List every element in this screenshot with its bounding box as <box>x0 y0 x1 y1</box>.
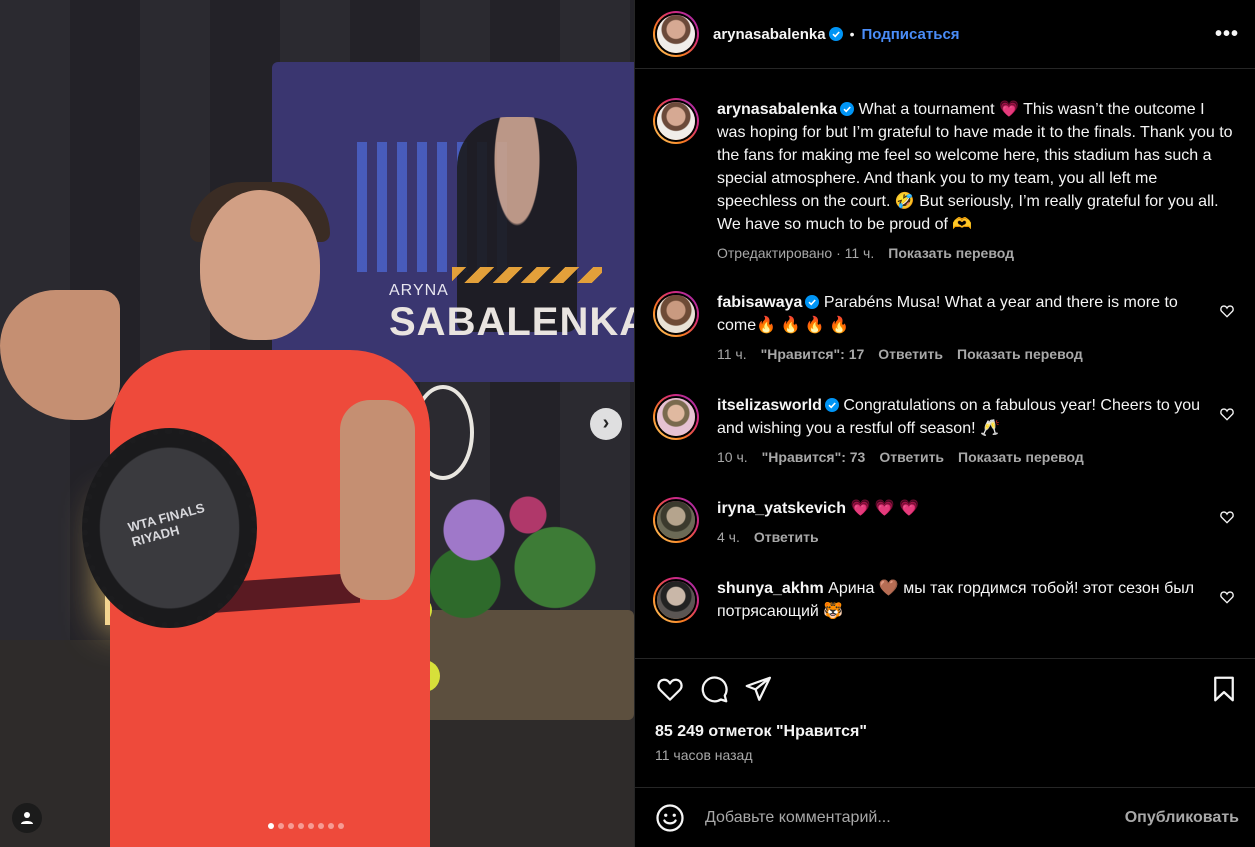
separator-dot: • <box>849 26 855 42</box>
player-face <box>200 190 320 340</box>
comment-item: shunya_akhm Арина 🤎 мы так гордимся тобо… <box>653 577 1237 623</box>
player-arm <box>0 290 120 420</box>
reply-button[interactable]: Ответить <box>754 526 819 549</box>
avatar-image <box>657 581 695 619</box>
emoji-icon[interactable] <box>655 803 685 833</box>
avatar-image <box>657 102 695 140</box>
post-actions: 85 249 отметок "Нравится" 11 часов назад <box>635 658 1255 763</box>
avatar-image <box>657 501 695 539</box>
flowers <box>420 470 600 620</box>
reply-button[interactable]: Ответить <box>878 343 943 366</box>
tagged-users-button[interactable] <box>12 803 42 833</box>
comment-meta: 11 ч. "Нравится": 17 Ответить Показать пере… <box>717 343 1217 366</box>
banner-stripe <box>452 267 602 283</box>
more-options-button[interactable]: ••• <box>1215 23 1239 46</box>
post-side-panel: arynasabalenka • Подписаться ••• arynasa… <box>634 0 1255 847</box>
edited-time: Отредактировано · 11 ч. <box>717 245 875 261</box>
chevron-right-icon: › <box>602 412 610 434</box>
post-media[interactable]: ARYNA SABALENKA WTA FINALS RIYADH › <box>0 0 634 847</box>
heart-icon[interactable] <box>1219 406 1235 422</box>
add-comment-bar: Опубликовать <box>635 787 1255 847</box>
comment-input[interactable] <box>705 808 1125 827</box>
heart-icon[interactable] <box>1219 509 1235 525</box>
translate-link[interactable]: Показать перевод <box>958 446 1084 469</box>
comment-time: 4 ч. <box>717 529 740 545</box>
post-caption: arynasabalenka What a tournament 💗 This … <box>653 98 1237 265</box>
avatar[interactable] <box>653 497 699 543</box>
reply-button[interactable]: Ответить <box>879 446 944 469</box>
caption-text: What a tournament 💗 This wasn’t the outc… <box>717 101 1233 233</box>
comment-time: 11 ч. <box>717 346 747 362</box>
player-photo: WTA FINALS RIYADH <box>0 182 440 847</box>
comment-likes[interactable]: "Нравится": 73 <box>762 446 866 469</box>
carousel-dot <box>268 823 274 829</box>
heart-icon[interactable] <box>1219 303 1235 319</box>
trophy-engraving: WTA FINALS RIYADH <box>126 500 207 550</box>
comment-meta: 10 ч. "Нравится": 73 Ответить Показать пере… <box>717 446 1217 469</box>
comment-likes[interactable]: "Нравится": 17 <box>761 343 865 366</box>
avatar[interactable] <box>653 291 699 337</box>
carousel-dot <box>338 823 344 829</box>
carousel-next-button[interactable]: › <box>590 408 622 440</box>
avatar-image <box>657 295 695 333</box>
header-username[interactable]: arynasabalenka <box>713 26 826 43</box>
comment-body: shunya_akhm Арина 🤎 мы так гордимся тобо… <box>717 577 1217 623</box>
heart-icon[interactable] <box>655 674 685 704</box>
comment-icon[interactable] <box>699 674 729 704</box>
heart-icon[interactable] <box>1219 589 1235 605</box>
post-dialog: ARYNA SABALENKA WTA FINALS RIYADH › aryn… <box>0 0 1255 847</box>
carousel-dot <box>298 823 304 829</box>
avatar[interactable] <box>653 394 699 440</box>
comment-username[interactable]: itselizasworld <box>717 397 822 414</box>
comment-meta: 4 ч. Ответить <box>717 526 1217 549</box>
carousel-dot <box>278 823 284 829</box>
caption-username[interactable]: arynasabalenka <box>717 101 837 118</box>
comment-body: itselizasworld Congratulations on a fabu… <box>717 394 1217 469</box>
action-icons-row <box>655 671 1239 707</box>
comment-body: fabisawaya Parabéns Musa! What a year an… <box>717 291 1217 366</box>
avatar-image <box>657 15 695 53</box>
comment-text: 💗 💗 💗 <box>850 500 920 517</box>
carousel-dot <box>288 823 294 829</box>
comment-username[interactable]: iryna_yatskevich <box>717 500 846 517</box>
caption-body: arynasabalenka What a tournament 💗 This … <box>717 98 1237 265</box>
comment-item: fabisawaya Parabéns Musa! What a year an… <box>653 291 1237 366</box>
comment-username[interactable]: shunya_akhm <box>717 580 824 597</box>
comment-item: iryna_yatskevich 💗 💗 💗 4 ч. Ответить <box>653 497 1237 549</box>
verified-badge-icon <box>824 398 839 412</box>
carousel-dot <box>328 823 334 829</box>
publish-button[interactable]: Опубликовать <box>1125 809 1239 827</box>
avatar-image <box>657 398 695 436</box>
carousel-dot <box>308 823 314 829</box>
follow-button[interactable]: Подписаться <box>861 26 959 43</box>
translate-link[interactable]: Показать перевод <box>957 343 1083 366</box>
replies-list: fabisawaya Parabéns Musa! What a year an… <box>653 291 1237 623</box>
player-arm <box>340 400 415 600</box>
post-time: 11 часов назад <box>655 747 753 763</box>
comment-body: iryna_yatskevich 💗 💗 💗 4 ч. Ответить <box>717 497 1217 549</box>
caption-meta: Отредактировано · 11 ч. Показать перевод <box>717 242 1237 265</box>
verified-badge-icon <box>840 102 855 116</box>
user-icon <box>21 812 33 824</box>
comments-list[interactable]: arynasabalenka What a tournament 💗 This … <box>635 70 1255 658</box>
comment-item: itselizasworld Congratulations on a fabu… <box>653 394 1237 469</box>
comment-time: 10 ч. <box>717 449 748 465</box>
verified-badge-icon <box>805 295 820 309</box>
carousel-dot <box>318 823 324 829</box>
share-icon[interactable] <box>743 674 773 704</box>
trophy: WTA FINALS RIYADH <box>82 428 257 628</box>
avatar[interactable] <box>653 11 699 57</box>
likes-count[interactable]: 85 249 отметок "Нравится" <box>655 723 1239 741</box>
avatar[interactable] <box>653 98 699 144</box>
avatar[interactable] <box>653 577 699 623</box>
translate-link[interactable]: Показать перевод <box>888 242 1014 265</box>
verified-badge-icon <box>828 27 843 41</box>
bookmark-icon[interactable] <box>1209 674 1239 704</box>
carousel-indicator <box>268 823 344 829</box>
comment-username[interactable]: fabisawaya <box>717 294 802 311</box>
post-header: arynasabalenka • Подписаться ••• <box>635 0 1255 69</box>
